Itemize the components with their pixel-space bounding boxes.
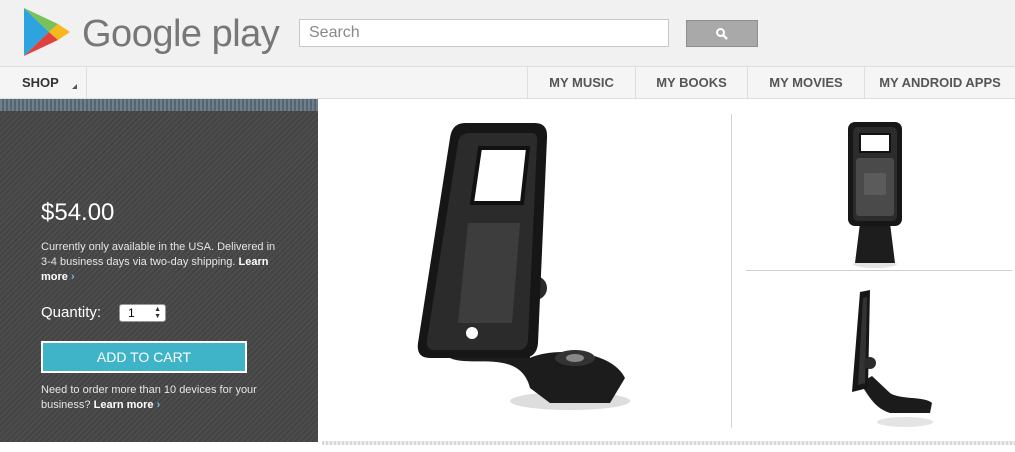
price: $54.00 (41, 199, 115, 226)
image-divider-vertical (731, 114, 732, 428)
quantity-select[interactable]: 1 ▲ ▼ (119, 304, 166, 322)
stepper-arrows-icon: ▲ ▼ (154, 306, 161, 320)
google-play-logo-icon[interactable] (22, 6, 72, 58)
product-front-thumbnail[interactable] (840, 118, 910, 268)
search-icon (716, 27, 728, 40)
availability-text: Currently only available in the USA. Del… (41, 240, 281, 285)
quantity-value: 1 (128, 306, 135, 320)
product-main-image[interactable] (410, 118, 640, 418)
header: Google play (0, 0, 1015, 66)
add-to-cart-button[interactable]: ADD TO CART (41, 341, 247, 373)
bulk-learn-more-link[interactable]: Learn more (94, 399, 154, 411)
chevron-right-icon: › (156, 399, 161, 411)
nav-my-android-apps[interactable]: MY ANDROID APPS (864, 67, 1015, 98)
shop-menu[interactable]: SHOP (0, 67, 87, 98)
brand-name[interactable]: Google play (82, 10, 280, 58)
bottom-rule (322, 441, 1015, 445)
top-nav: SHOP MY MUSIC MY BOOKS MY MOVIES MY ANDR… (0, 66, 1015, 99)
dropdown-triangle-icon (72, 84, 77, 89)
shop-label: SHOP (22, 75, 59, 90)
chevron-right-icon: › (70, 271, 75, 283)
bulk-order-text: Need to order more than 10 devices for y… (41, 383, 291, 413)
product-side-thumbnail[interactable] (830, 288, 940, 428)
quantity-label: Quantity: (41, 304, 102, 321)
nav-my-books[interactable]: MY BOOKS (635, 67, 747, 98)
nav-my-movies[interactable]: MY MOVIES (747, 67, 864, 98)
search-button[interactable] (686, 20, 758, 47)
search-input[interactable] (299, 19, 669, 47)
image-divider-horizontal (746, 270, 1012, 271)
panel-stripe (0, 99, 318, 111)
nav-my-music[interactable]: MY MUSIC (527, 67, 635, 98)
